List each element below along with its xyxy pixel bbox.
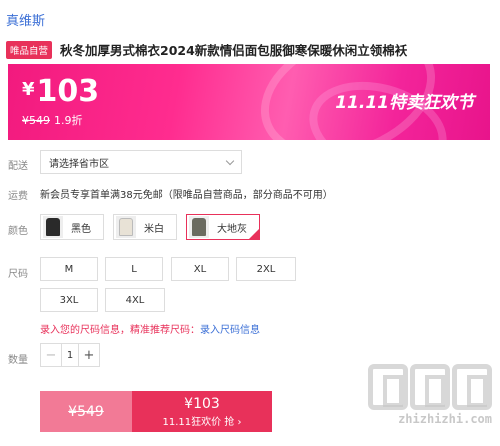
size-option-xl[interactable]: XL	[171, 257, 229, 281]
jacket-thumbnail	[43, 216, 63, 238]
minus-button[interactable]: −	[41, 344, 61, 366]
size-option-m[interactable]: M	[40, 257, 98, 281]
jacket-icon	[119, 218, 133, 236]
size-entry-link[interactable]: 录入尺码信息	[200, 325, 260, 336]
jacket-icon	[192, 218, 206, 236]
delivery-label: 配送	[8, 161, 28, 172]
brand-name[interactable]: 真维斯	[6, 10, 45, 29]
price-banner: ¥103 ¥549 1.9折 11.11特卖狂欢节	[8, 64, 490, 140]
plus-button[interactable]: +	[79, 344, 99, 366]
watermark-glyph-icon	[410, 364, 450, 410]
currency-symbol: ¥	[22, 79, 35, 100]
watermark-glyph-icon	[368, 364, 408, 410]
original-price-button[interactable]: ¥549	[40, 391, 132, 432]
quantity-label: 数量	[8, 355, 28, 366]
color-option-label: 米白	[144, 223, 164, 235]
region-select[interactable]: 请选择省市区	[40, 150, 242, 174]
color-option-black[interactable]: 黑色	[40, 214, 104, 240]
shipping-info: 新会员专享首单满38元免邮（限唯品自营商品，部分商品不可用）	[40, 190, 333, 201]
region-select-value: 请选择省市区	[49, 158, 109, 170]
price-details: ¥549 1.9折	[22, 112, 83, 128]
size-option-2xl[interactable]: 2XL	[236, 257, 296, 281]
buy-action-label: 11.11狂欢价 抢 ›	[162, 416, 242, 428]
shipping-label: 运费	[8, 191, 28, 202]
size-option-4xl[interactable]: 4XL	[105, 288, 165, 312]
original-price-label: ¥549	[68, 403, 104, 420]
color-label: 颜色	[8, 226, 28, 237]
watermark-logo	[368, 364, 492, 410]
watermark-url: zhizhizhi.com	[398, 412, 492, 426]
selected-check-icon	[249, 229, 259, 239]
jacket-icon	[46, 218, 60, 236]
original-price: ¥549	[22, 114, 50, 127]
jacket-thumbnail	[189, 216, 209, 238]
size-hint-text: 录入您的尺码信息，精准推荐尺码：	[40, 325, 200, 336]
product-title: 秋冬加厚男式棉衣2024新款情侣面包服御寒保暖休闲立领棉袄	[60, 43, 408, 58]
self-operated-badge: 唯品自营	[6, 40, 53, 59]
quantity-stepper: − 1 +	[40, 343, 100, 367]
size-hint: 录入您的尺码信息，精准推荐尺码：录入尺码信息	[40, 321, 260, 336]
color-option-earth-gray[interactable]: 大地灰	[186, 214, 260, 240]
promo-event-label: 11.11特卖狂欢节	[335, 93, 474, 113]
buy-price: ¥103	[184, 395, 220, 412]
quantity-input[interactable]: 1	[61, 344, 79, 366]
product-title-row: 唯品自营 秋冬加厚男式棉衣2024新款情侣面包服御寒保暖休闲立领棉袄	[6, 40, 494, 59]
site-watermark: zhizhizhi.com	[368, 364, 492, 426]
purchase-bar: ¥549 ¥103 11.11狂欢价 抢 ›	[40, 391, 272, 432]
watermark-glyph-icon	[452, 364, 492, 410]
size-option-3xl[interactable]: 3XL	[40, 288, 98, 312]
size-label: 尺码	[8, 269, 28, 280]
color-option-offwhite[interactable]: 米白	[113, 214, 177, 240]
size-option-l[interactable]: L	[105, 257, 163, 281]
buy-now-button[interactable]: ¥103 11.11狂欢价 抢 ›	[132, 391, 272, 432]
discount-rate: 1.9折	[54, 114, 83, 127]
color-option-label: 黑色	[71, 223, 91, 235]
sale-price: ¥103	[22, 74, 99, 109]
chevron-down-icon	[225, 156, 235, 165]
color-option-label: 大地灰	[217, 223, 247, 235]
jacket-thumbnail	[116, 216, 136, 238]
sale-price-value: 103	[36, 74, 100, 109]
